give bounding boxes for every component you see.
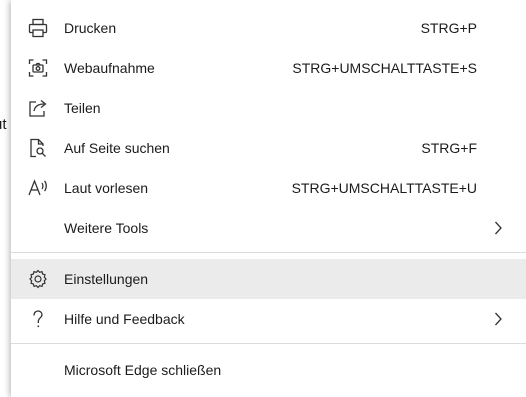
menu-separator [11, 343, 526, 344]
menu-item-settings[interactable]: Einstellungen [11, 259, 526, 299]
shortcut-text: STRG+F [421, 140, 477, 156]
printer-icon [27, 17, 49, 39]
menu-item-share[interactable]: Teilen [11, 88, 526, 128]
help-icon [27, 308, 49, 330]
shortcut-text: STRG+P [420, 20, 477, 36]
menu-item-label: Drucken [64, 20, 117, 36]
read-aloud-icon [27, 177, 49, 199]
menu-item-label: Microsoft Edge schließen [64, 362, 222, 378]
web-capture-icon [27, 57, 49, 79]
menu-item-label: Einstellungen [64, 271, 149, 287]
menu-item-print[interactable]: Drucken STRG+P [11, 8, 526, 48]
menu-item-label: Laut vorlesen [64, 180, 149, 196]
shortcut-text: STRG+UMSCHALTTASTE+U [291, 180, 477, 196]
menu-item-read-aloud[interactable]: Laut vorlesen STRG+UMSCHALTTASTE+U [11, 168, 526, 208]
shortcut-text: STRG+UMSCHALTTASTE+S [292, 60, 477, 76]
menu-item-label: Weitere Tools [64, 220, 149, 236]
menu-item-help-feedback[interactable]: Hilfe und Feedback [11, 299, 526, 339]
chevron-right-icon [490, 311, 506, 327]
menu-item-close-edge[interactable]: Microsoft Edge schließen [11, 350, 526, 390]
find-on-page-icon [27, 137, 49, 159]
menu-item-web-capture[interactable]: Webaufnahme STRG+UMSCHALTTASTE+S [11, 48, 526, 88]
share-icon [27, 97, 49, 119]
menu-item-label: Teilen [64, 100, 101, 116]
browser-settings-menu: Drucken STRG+P Webaufnahme STRG+UMSCHALT… [11, 0, 526, 397]
gear-icon [27, 268, 49, 290]
menu-item-label: Auf Seite suchen [64, 140, 170, 156]
chevron-right-icon [490, 220, 506, 236]
page: ut Drucken STRG+P [0, 0, 526, 397]
menu-item-find-on-page[interactable]: Auf Seite suchen STRG+F [11, 128, 526, 168]
menu-item-label: Hilfe und Feedback [64, 311, 185, 327]
background-page-text: ut [0, 116, 7, 133]
menu-item-label: Webaufnahme [64, 60, 155, 76]
menu-item-more-tools[interactable]: Weitere Tools [11, 208, 526, 248]
menu-separator [11, 252, 526, 253]
